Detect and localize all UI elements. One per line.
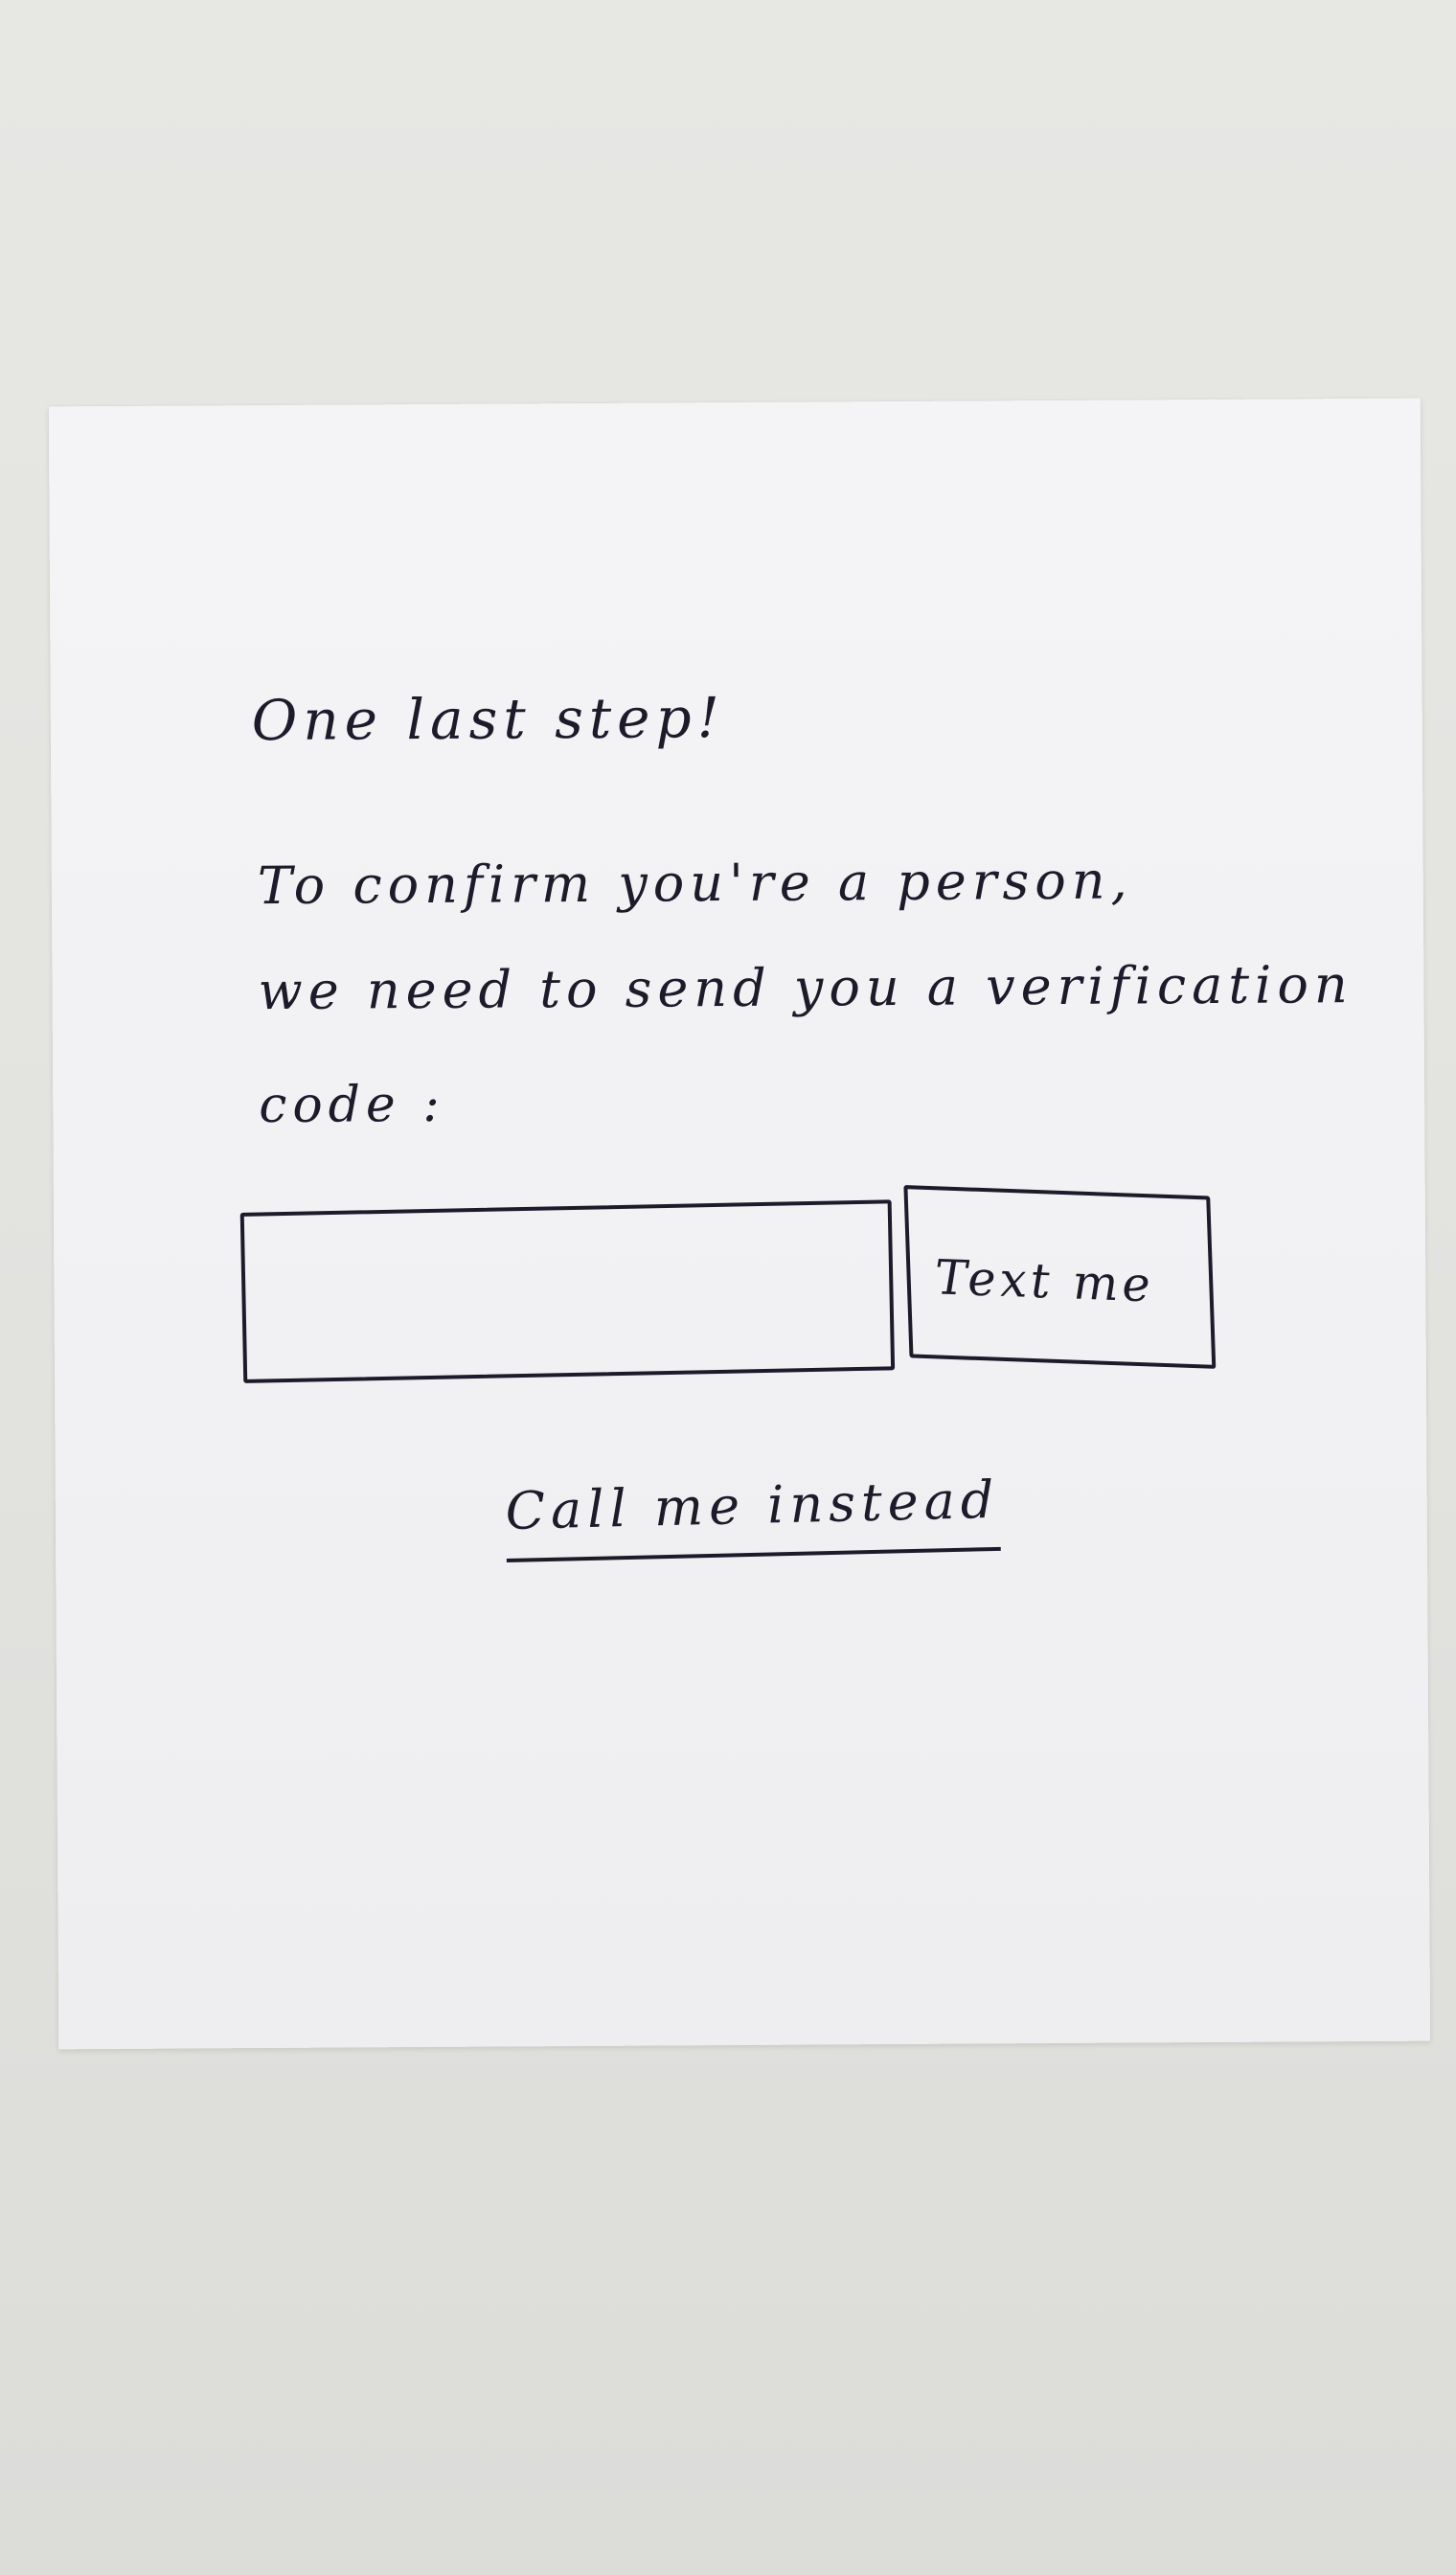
instruction-line-3: code :	[259, 1075, 445, 1135]
phone-number-input[interactable]	[239, 1199, 896, 1383]
instruction-line-1: To confirm you're a person,	[257, 850, 1133, 917]
instruction-line-2: we need to send you a verification	[258, 954, 1354, 1022]
page-title: One last step!	[251, 685, 726, 754]
text-me-button[interactable]: Text me	[903, 1185, 1217, 1369]
text-me-button-label: Text me	[934, 1249, 1155, 1313]
call-me-instead-link[interactable]: Call me instead	[504, 1469, 1001, 1562]
paper-sketch: One last step! To confirm you're a perso…	[48, 398, 1431, 2050]
